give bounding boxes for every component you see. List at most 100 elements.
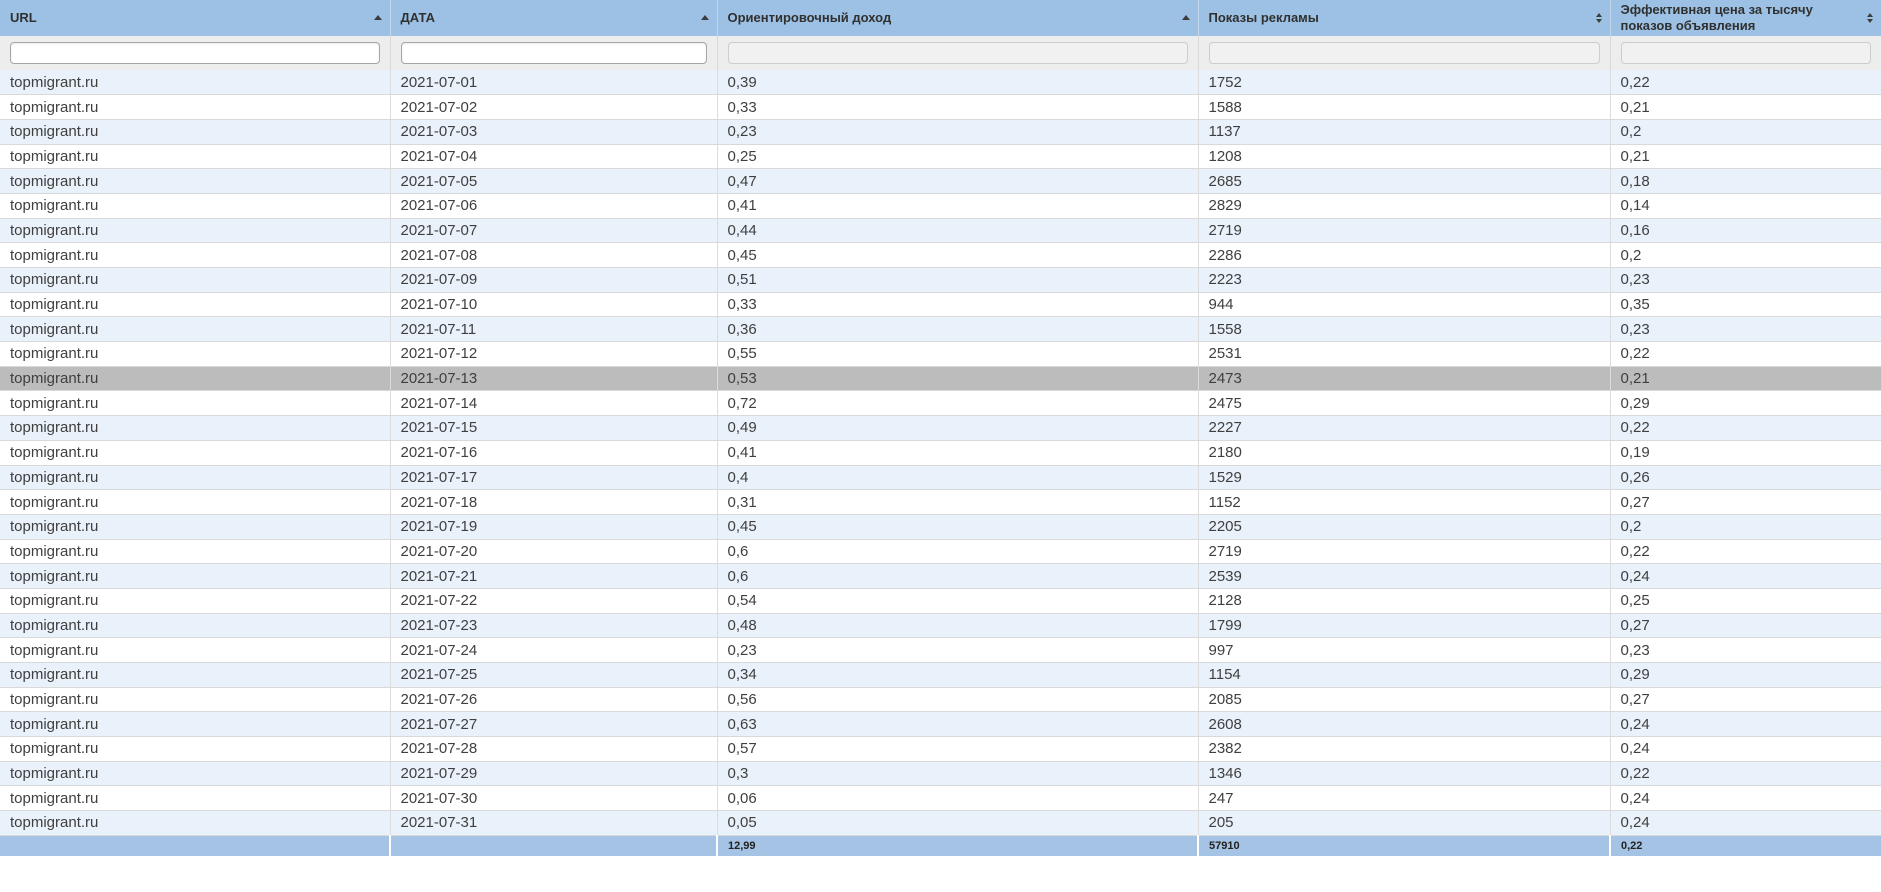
cell-date: 2021-07-08 bbox=[389, 242, 717, 268]
cell-impressions: 2829 bbox=[1197, 193, 1610, 219]
cell-income: 0,31 bbox=[716, 489, 1198, 515]
cell-impressions: 997 bbox=[1197, 637, 1610, 663]
cell-impressions: 2227 bbox=[1197, 415, 1610, 441]
cell-impressions: 2531 bbox=[1197, 341, 1610, 367]
cell-impressions: 1152 bbox=[1197, 489, 1610, 515]
report-table: URL ДАТА Ориентировочный доход Показы рекла… bbox=[0, 0, 1881, 857]
table-row[interactable]: topmigrant.ru 2021-07-26 0,56 2085 0,27 bbox=[0, 687, 1881, 713]
cell-income: 0,48 bbox=[716, 613, 1198, 639]
table-row[interactable]: topmigrant.ru 2021-07-04 0,25 1208 0,21 bbox=[0, 144, 1881, 170]
table-row[interactable]: topmigrant.ru 2021-07-07 0,44 2719 0,16 bbox=[0, 218, 1881, 244]
table-row[interactable]: topmigrant.ru 2021-07-31 0,05 205 0,24 bbox=[0, 810, 1881, 836]
cell-income: 0,23 bbox=[716, 119, 1198, 145]
cell-date: 2021-07-21 bbox=[389, 563, 717, 589]
column-header-label: Показы рекламы bbox=[1208, 10, 1319, 26]
cell-date: 2021-07-06 bbox=[389, 193, 717, 219]
table-row[interactable]: topmigrant.ru 2021-07-23 0,48 1799 0,27 bbox=[0, 613, 1881, 639]
table-row[interactable]: topmigrant.ru 2021-07-28 0,57 2382 0,24 bbox=[0, 736, 1881, 762]
table-row-selected[interactable]: topmigrant.ru 2021-07-13 0,53 2473 0,21 bbox=[0, 366, 1881, 392]
cell-income: 0,55 bbox=[716, 341, 1198, 367]
cell-date: 2021-07-25 bbox=[389, 662, 717, 688]
column-header-label: ДАТА bbox=[400, 10, 436, 26]
table-row[interactable]: topmigrant.ru 2021-07-14 0,72 2475 0,29 bbox=[0, 390, 1881, 417]
cell-income: 0,45 bbox=[716, 242, 1198, 268]
table-row[interactable]: topmigrant.ru 2021-07-29 0,3 1346 0,22 bbox=[0, 761, 1881, 787]
table-row[interactable]: topmigrant.ru 2021-07-20 0,6 2719 0,22 bbox=[0, 539, 1881, 565]
cell-date: 2021-07-15 bbox=[389, 415, 717, 441]
column-header-label: Ориентировочный доход bbox=[727, 10, 892, 26]
table-row[interactable]: topmigrant.ru 2021-07-02 0,33 1588 0,21 bbox=[0, 94, 1881, 120]
cell-income: 0,44 bbox=[716, 218, 1198, 244]
totals-cell-income: 12,99 bbox=[716, 834, 1198, 857]
table-row[interactable]: topmigrant.ru 2021-07-21 0,6 2539 0,24 bbox=[0, 563, 1881, 589]
filter-input-cpm bbox=[1620, 42, 1871, 64]
cell-impressions: 1208 bbox=[1197, 144, 1610, 170]
cell-date: 2021-07-17 bbox=[389, 465, 717, 491]
table-row[interactable]: topmigrant.ru 2021-07-18 0,31 1152 0,27 bbox=[0, 489, 1881, 515]
cell-cpm: 0,2 bbox=[1609, 119, 1881, 145]
cell-cpm: 0,27 bbox=[1609, 687, 1881, 713]
table-row[interactable]: topmigrant.ru 2021-07-11 0,36 1558 0,23 bbox=[0, 316, 1881, 343]
table-row[interactable]: topmigrant.ru 2021-07-10 0,33 944 0,35 bbox=[0, 292, 1881, 318]
table-row[interactable]: topmigrant.ru 2021-07-16 0,41 2180 0,19 bbox=[0, 440, 1881, 466]
cell-income: 0,41 bbox=[716, 440, 1198, 466]
column-header-url[interactable]: URL bbox=[0, 0, 390, 36]
cell-impressions: 2128 bbox=[1197, 588, 1610, 614]
column-header-income[interactable]: Ориентировочный доход bbox=[716, 0, 1198, 36]
sort-unsorted-icon bbox=[1867, 13, 1873, 23]
column-header-date[interactable]: ДАТА bbox=[389, 0, 717, 36]
table-row[interactable]: topmigrant.ru 2021-07-17 0,4 1529 0,26 bbox=[0, 465, 1881, 491]
table-row[interactable]: topmigrant.ru 2021-07-27 0,63 2608 0,24 bbox=[0, 711, 1881, 738]
cell-cpm: 0,21 bbox=[1609, 144, 1881, 170]
cell-cpm: 0,2 bbox=[1609, 242, 1881, 268]
cell-income: 0,56 bbox=[716, 687, 1198, 713]
cell-income: 0,51 bbox=[716, 267, 1198, 293]
cell-url: topmigrant.ru bbox=[0, 687, 390, 713]
cell-cpm: 0,29 bbox=[1609, 390, 1881, 417]
cell-date: 2021-07-26 bbox=[389, 687, 717, 713]
cell-income: 0,33 bbox=[716, 94, 1198, 120]
table-row[interactable]: topmigrant.ru 2021-07-09 0,51 2223 0,23 bbox=[0, 267, 1881, 293]
cell-date: 2021-07-30 bbox=[389, 785, 717, 812]
totals-cell-url bbox=[0, 834, 390, 857]
cell-impressions: 1529 bbox=[1197, 465, 1610, 491]
cell-income: 0,33 bbox=[716, 292, 1198, 318]
sort-asc-icon bbox=[373, 15, 382, 21]
cell-url: topmigrant.ru bbox=[0, 440, 390, 466]
totals-cell-date bbox=[389, 834, 717, 857]
table-row[interactable]: topmigrant.ru 2021-07-03 0,23 1137 0,2 bbox=[0, 119, 1881, 145]
table-row[interactable]: topmigrant.ru 2021-07-24 0,23 997 0,23 bbox=[0, 637, 1881, 663]
cell-cpm: 0,24 bbox=[1609, 785, 1881, 812]
cell-date: 2021-07-07 bbox=[389, 218, 717, 244]
cell-cpm: 0,18 bbox=[1609, 168, 1881, 194]
cell-impressions: 2180 bbox=[1197, 440, 1610, 466]
cell-cpm: 0,2 bbox=[1609, 514, 1881, 540]
cell-cpm: 0,19 bbox=[1609, 440, 1881, 466]
column-header-impressions[interactable]: Показы рекламы bbox=[1197, 0, 1610, 36]
table-row[interactable]: topmigrant.ru 2021-07-19 0,45 2205 0,2 bbox=[0, 514, 1881, 540]
table-row[interactable]: topmigrant.ru 2021-07-30 0,06 247 0,24 bbox=[0, 785, 1881, 812]
cell-cpm: 0,22 bbox=[1609, 70, 1881, 96]
cell-url: topmigrant.ru bbox=[0, 810, 390, 836]
cell-impressions: 2223 bbox=[1197, 267, 1610, 293]
filter-input-date[interactable] bbox=[400, 42, 707, 64]
table-row[interactable]: topmigrant.ru 2021-07-15 0,49 2227 0,22 bbox=[0, 415, 1881, 441]
filter-input-impressions bbox=[1208, 42, 1600, 64]
filter-input-url[interactable] bbox=[10, 42, 380, 64]
table-row[interactable]: topmigrant.ru 2021-07-08 0,45 2286 0,2 bbox=[0, 242, 1881, 268]
totals-cell-impressions: 57910 bbox=[1197, 834, 1610, 857]
cell-cpm: 0,22 bbox=[1609, 539, 1881, 565]
cell-date: 2021-07-01 bbox=[389, 70, 717, 96]
cell-cpm: 0,24 bbox=[1609, 810, 1881, 836]
cell-date: 2021-07-09 bbox=[389, 267, 717, 293]
table-row[interactable]: topmigrant.ru 2021-07-22 0,54 2128 0,25 bbox=[0, 588, 1881, 614]
cell-cpm: 0,22 bbox=[1609, 341, 1881, 367]
table-row[interactable]: topmigrant.ru 2021-07-25 0,34 1154 0,29 bbox=[0, 662, 1881, 688]
table-row[interactable]: topmigrant.ru 2021-07-01 0,39 1752 0,22 bbox=[0, 70, 1881, 96]
table-row[interactable]: topmigrant.ru 2021-07-05 0,47 2685 0,18 bbox=[0, 168, 1881, 194]
column-header-cpm[interactable]: Эффективная цена за тысячу показов объяв… bbox=[1609, 0, 1881, 36]
cell-url: topmigrant.ru bbox=[0, 415, 390, 441]
table-row[interactable]: topmigrant.ru 2021-07-12 0,55 2531 0,22 bbox=[0, 341, 1881, 367]
table-row[interactable]: topmigrant.ru 2021-07-06 0,41 2829 0,14 bbox=[0, 193, 1881, 219]
cell-income: 0,23 bbox=[716, 637, 1198, 663]
